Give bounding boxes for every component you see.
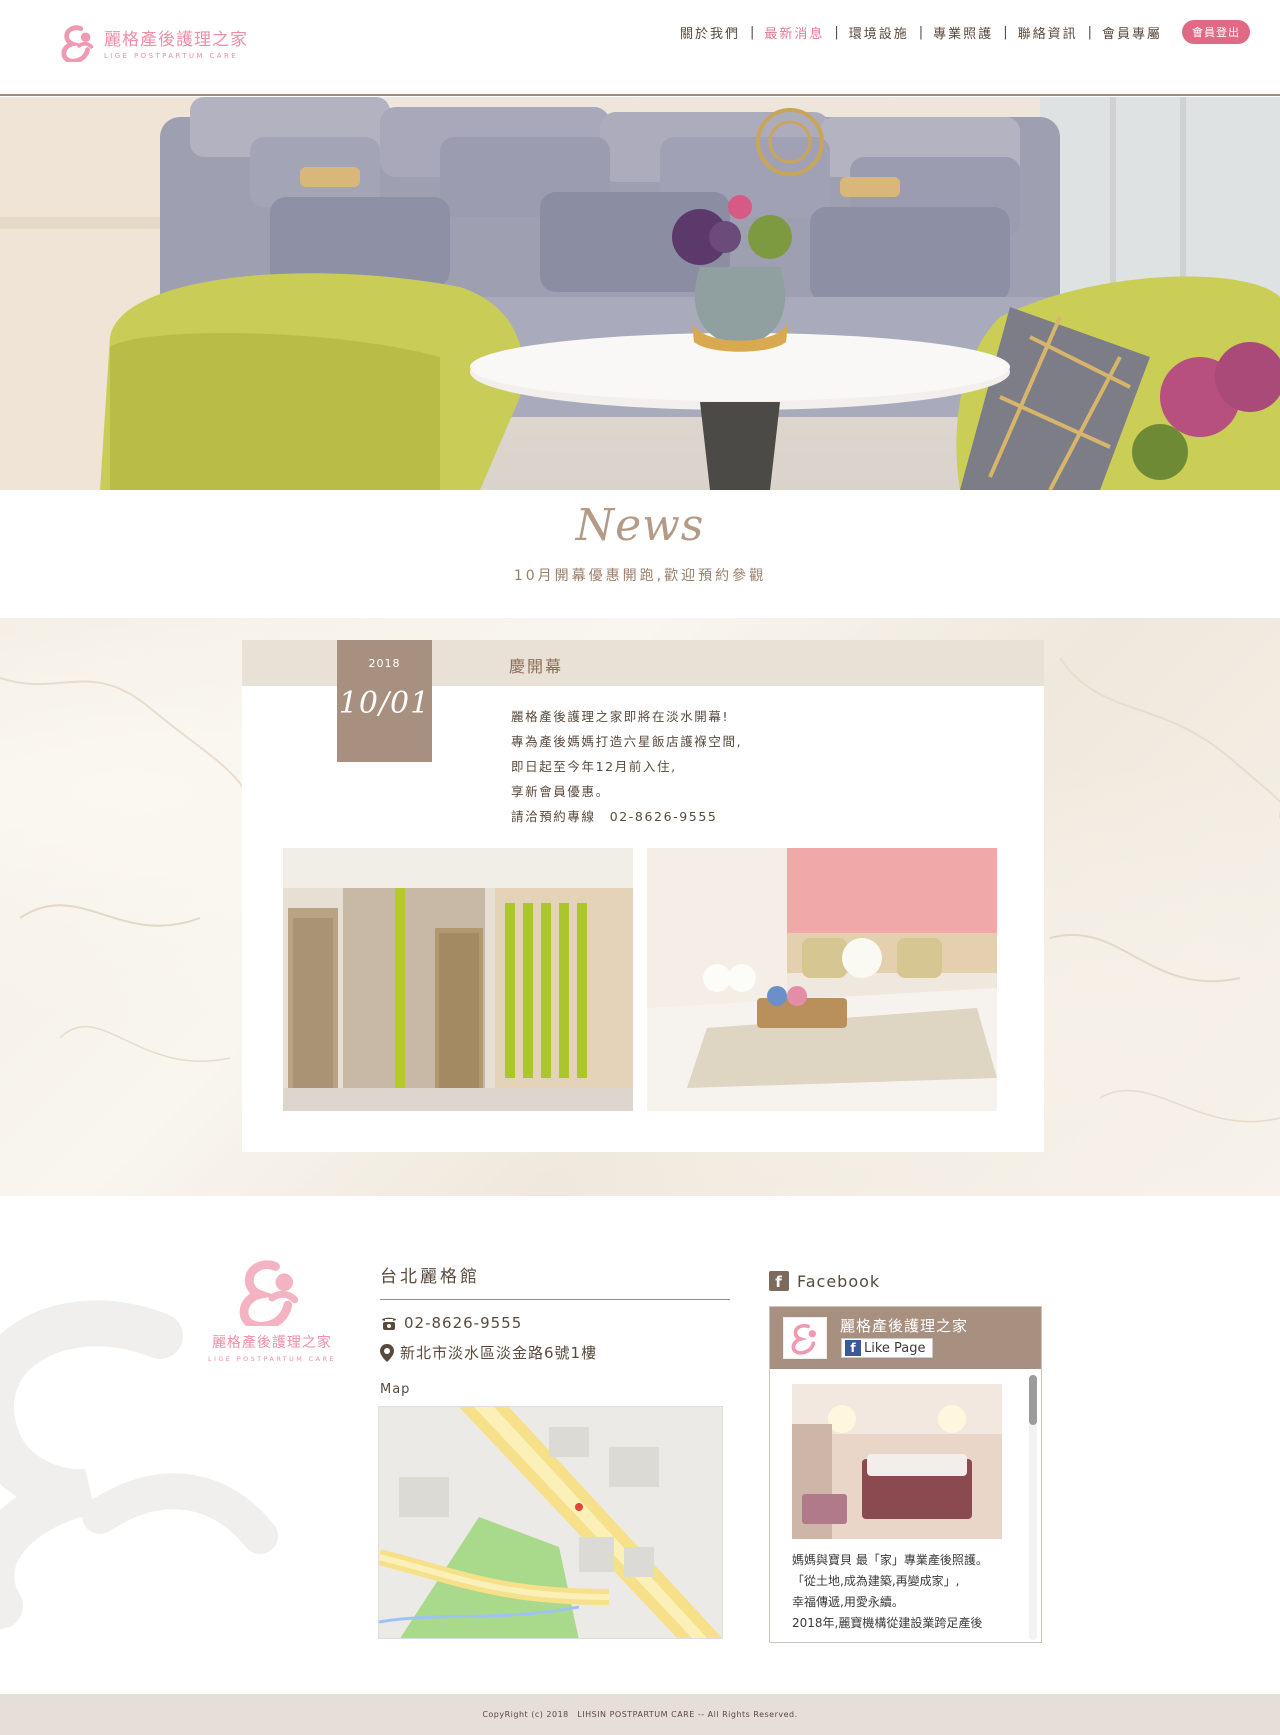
article-line: 專為產後媽媽打造六星飯店護褓空間, (511, 734, 743, 749)
facebook-page-widget[interactable]: 麗格產後護理之家 f Like Page 媽媽與寶貝 最「家」專業產後照護。 「… (769, 1306, 1042, 1643)
address-row: 新北市淡水區淡金路6號1樓 (380, 1342, 730, 1363)
facebook-label: Facebook (797, 1271, 881, 1291)
news-section-header: News 10月開幕優惠開跑,歡迎預約參觀 (0, 500, 1280, 585)
footer-logo-chinese-name: 麗格產後護理之家 (211, 1335, 332, 1351)
footer-logo-mark-icon (239, 1260, 299, 1331)
copyright-text: CopyRight (c) 2018 LIHSIN POSTPARTUM CAR… (482, 1710, 798, 1719)
facebook-icon: f (769, 1271, 789, 1291)
article-body: 麗格產後護理之家即將在淡水開幕! 專為產後媽媽打造六星飯店護褓空間, 即日起至今… (511, 704, 742, 829)
logo-mark-icon (61, 25, 94, 62)
news-heading: News (575, 500, 705, 551)
site-logo[interactable]: 麗格產後護理之家 LIGE POSTPARTUM CARE (60, 22, 248, 62)
site-header: 麗格產後護理之家 LIGE POSTPARTUM CARE 關於我們 | 最新消… (0, 0, 1280, 96)
branch-contact: 台北麗格館 02-8626-9555 新北市淡水區淡金路6號1樓 (380, 1262, 730, 1363)
phone-row: 02-8626-9555 (380, 1314, 730, 1332)
fb-post-line: 媽媽與寶貝 最「家」專業產後照護。 (792, 1553, 988, 1567)
footer-logo-english-name: LIGE POSTPARTUM CARE (208, 1355, 336, 1363)
nav-item-about[interactable]: 關於我們 (670, 23, 750, 42)
nav-item-members[interactable]: 會員專屬 (1092, 23, 1172, 42)
article-line: 即日起至今年12月前入住, (511, 759, 677, 774)
fb-post-line: 幸福傳遞,用愛永續。 (792, 1595, 904, 1609)
article-line: 享新會員優惠。 (511, 784, 610, 799)
article-date: 10/01 (338, 686, 431, 721)
fb-page-name[interactable]: 麗格產後護理之家 (840, 1315, 968, 1336)
article-line: 麗格產後護理之家即將在淡水開幕! (511, 709, 730, 724)
map-pin-icon (380, 1343, 394, 1362)
fb-post-line: 「從土地,成為建築,再變成家」, (792, 1574, 960, 1588)
branch-title: 台北麗格館 (380, 1262, 730, 1300)
hero-banner-image (0, 97, 1280, 490)
copyright-bar: CopyRight (c) 2018 LIHSIN POSTPARTUM CAR… (0, 1694, 1280, 1735)
fb-page-banner: 麗格產後護理之家 f Like Page (770, 1307, 1041, 1369)
location-map[interactable] (378, 1406, 723, 1639)
telephone-icon (382, 1317, 396, 1330)
facebook-heading: f Facebook (769, 1271, 880, 1291)
fb-scrollbar-thumb[interactable] (1029, 1375, 1037, 1425)
main-nav: 關於我們 | 最新消息 | 環境設施 | 專業照護 | 聯絡資訊 | 會員專屬 … (670, 20, 1250, 44)
address-text: 新北市淡水區淡金路6號1樓 (400, 1344, 598, 1362)
nav-item-facilities[interactable]: 環境設施 (839, 23, 919, 42)
news-subtitle: 10月開幕優惠開跑,歡迎預約參觀 (513, 568, 767, 584)
map-label: Map (380, 1382, 411, 1397)
logo-english-name: LIGE POSTPARTUM CARE (104, 51, 239, 60)
footer-logo[interactable]: 麗格產後護理之家 LIGE POSTPARTUM CARE (208, 1256, 336, 1363)
fb-like-page-button[interactable]: f Like Page (841, 1338, 933, 1358)
phone-number[interactable]: 02-8626-9555 (404, 1314, 522, 1332)
fb-widget-scrollbar[interactable] (1029, 1375, 1037, 1640)
logout-button[interactable]: 會員登出 (1182, 20, 1250, 44)
article-date-badge: 2018 10/01 (337, 640, 432, 762)
article-line: 請洽預約專線 02-8626-9555 (511, 809, 718, 824)
article-photo-elevator-lobby (283, 848, 633, 1111)
fb-post-text: 媽媽與寶貝 最「家」專業產後照護。 「從土地,成為建築,再變成家」, 幸福傳遞,… (792, 1550, 1012, 1634)
news-marble-section: 2018 10/01 慶開幕 麗格產後護理之家即將在淡水開幕! 專為產後媽媽打造… (0, 618, 1280, 1196)
logo-chinese-name: 麗格產後護理之家 (104, 29, 248, 50)
article-photo-bedroom (647, 848, 997, 1111)
nav-item-contact[interactable]: 聯絡資訊 (1008, 23, 1088, 42)
news-article-card: 2018 10/01 慶開幕 麗格產後護理之家即將在淡水開幕! 專為產後媽媽打造… (242, 640, 1044, 1152)
lounge-illustration (0, 97, 1280, 490)
fb-avatar-logo-icon (791, 1323, 816, 1355)
fb-page-avatar[interactable] (783, 1317, 827, 1359)
fb-post-line: 2018年,麗寶機構從建設業跨足產後 (792, 1616, 983, 1630)
nav-item-care[interactable]: 專業照護 (923, 23, 1003, 42)
nav-item-news[interactable]: 最新消息 (754, 23, 834, 42)
footer-info-section: 麗格產後護理之家 LIGE POSTPARTUM CARE 台北麗格館 02-8… (0, 1196, 1280, 1694)
fb-post-photo[interactable] (792, 1384, 1002, 1539)
article-year: 2018 (368, 657, 401, 670)
fb-like-icon: f (845, 1340, 861, 1356)
fb-like-label: Like Page (864, 1340, 926, 1356)
article-title: 慶開幕 (509, 657, 564, 676)
